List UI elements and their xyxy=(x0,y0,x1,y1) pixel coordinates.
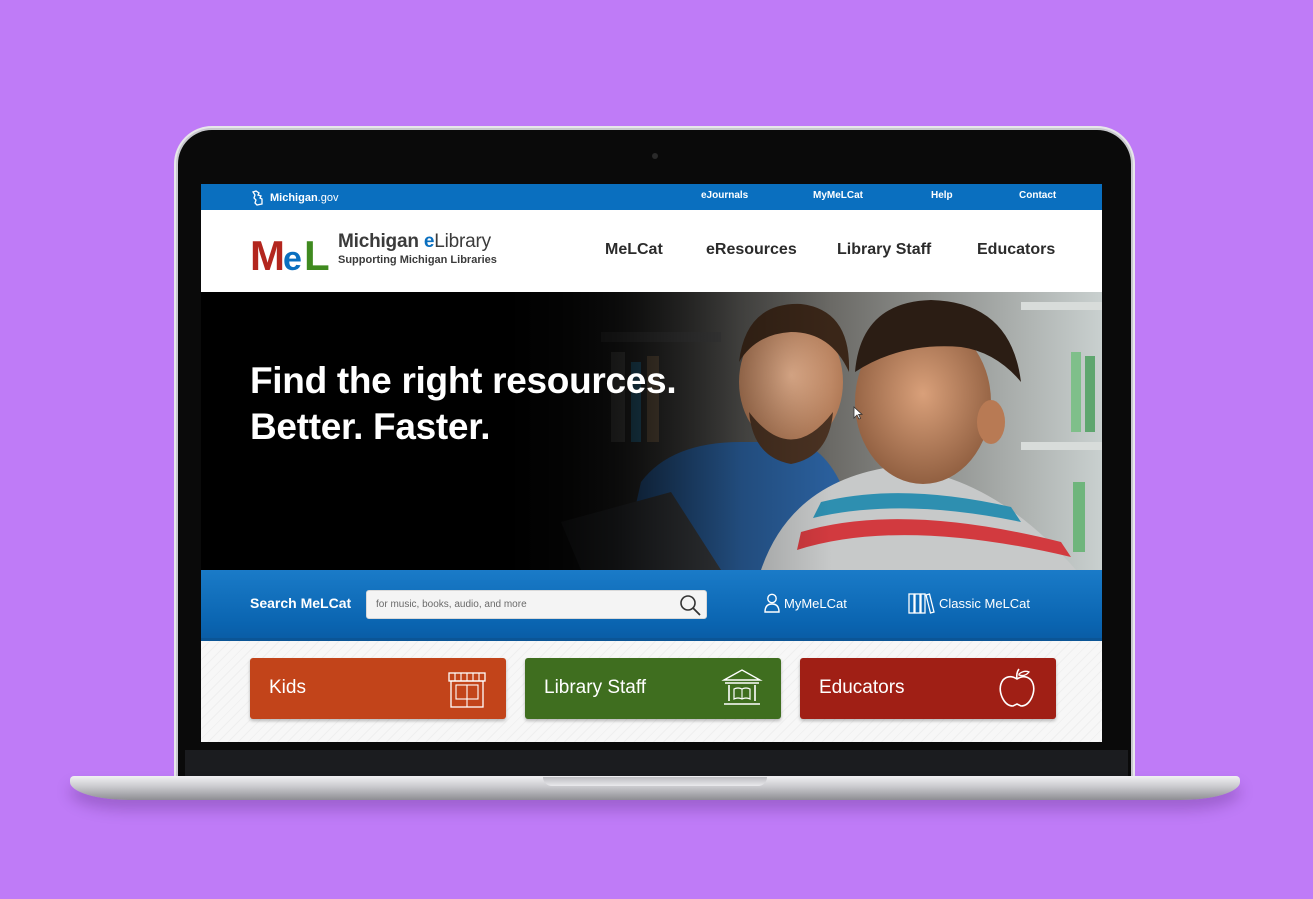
search-icon[interactable] xyxy=(678,593,702,616)
utility-link-help[interactable]: Help xyxy=(931,190,953,201)
nav-melcat[interactable]: MeLCat xyxy=(605,241,663,259)
mel-logo-mark[interactable]: M e L xyxy=(250,230,332,274)
michigan-gov-suffix: .gov xyxy=(317,192,339,204)
logo-letter-m: M xyxy=(250,232,285,274)
user-icon xyxy=(764,593,780,613)
card-educators[interactable]: Educators xyxy=(800,658,1056,719)
classic-melcat-link-label: Classic MeLCat xyxy=(939,595,1031,611)
michigan-gov-label: Michigan xyxy=(270,192,318,204)
library-building-icon xyxy=(721,669,763,705)
search-input[interactable] xyxy=(367,591,676,618)
nav-library-staff[interactable]: Library Staff xyxy=(837,241,931,259)
hero-banner: Find the right resources. Better. Faster… xyxy=(201,292,1102,570)
storefront-icon xyxy=(448,672,486,708)
site-header: M e L Michigan eLibrary Supporting Michi… xyxy=(201,210,1102,292)
hero-headline-line-2: Better. Faster. xyxy=(250,406,491,447)
mymelcat-link[interactable]: MyMeLCat xyxy=(764,592,847,614)
card-kids[interactable]: Kids xyxy=(250,658,506,719)
card-educators-label: Educators xyxy=(819,677,905,698)
laptop-notch xyxy=(543,777,767,786)
browser-screen: Michigan .gov eJournals MyMeLCat Help Con… xyxy=(201,184,1102,742)
logo-title-michigan: Michigan xyxy=(338,231,424,252)
search-box xyxy=(366,590,707,619)
card-library-staff[interactable]: Library Staff xyxy=(525,658,781,719)
logo-tagline: Supporting Michigan Libraries xyxy=(338,254,497,266)
laptop-bezel-bottom xyxy=(185,750,1128,778)
utility-link-ejournals[interactable]: eJournals xyxy=(701,190,748,201)
logo-letter-e: e xyxy=(283,240,302,274)
michigan-gov-link[interactable]: Michigan .gov xyxy=(250,188,338,208)
hero-headline-line-1: Find the right resources. xyxy=(250,360,677,401)
books-icon xyxy=(908,593,935,614)
cards-area: Kids Library Staff Educators xyxy=(201,641,1102,742)
logo-title-e: e xyxy=(423,231,435,252)
nav-eresources[interactable]: eResources xyxy=(706,241,797,259)
utility-link-mymelcat[interactable]: MyMeLCat xyxy=(813,190,863,201)
logo-letter-l: L xyxy=(304,232,330,274)
mouse-cursor-icon xyxy=(853,406,863,420)
card-library-staff-label: Library Staff xyxy=(544,677,647,698)
apple-icon xyxy=(999,668,1035,707)
camera-dot xyxy=(652,153,658,159)
mymelcat-link-label: MyMeLCat xyxy=(784,595,847,611)
utility-bar: Michigan .gov eJournals MyMeLCat Help Con… xyxy=(201,184,1102,210)
utility-link-contact[interactable]: Contact xyxy=(1019,190,1056,201)
michigan-state-icon xyxy=(251,190,263,206)
search-band: Search MeLCat MyMeLCat Classic MeLCat xyxy=(201,570,1102,641)
classic-melcat-link[interactable]: Classic MeLCat xyxy=(908,592,1030,614)
logo-title-library: Library xyxy=(434,231,491,252)
nav-educators[interactable]: Educators xyxy=(977,241,1055,259)
card-kids-label: Kids xyxy=(269,677,306,698)
search-melcat-label: Search MeLCat xyxy=(250,595,352,611)
logo-title[interactable]: Michigan eLibrary xyxy=(338,231,491,253)
hero-headline: Find the right resources. Better. Faster… xyxy=(250,358,677,450)
